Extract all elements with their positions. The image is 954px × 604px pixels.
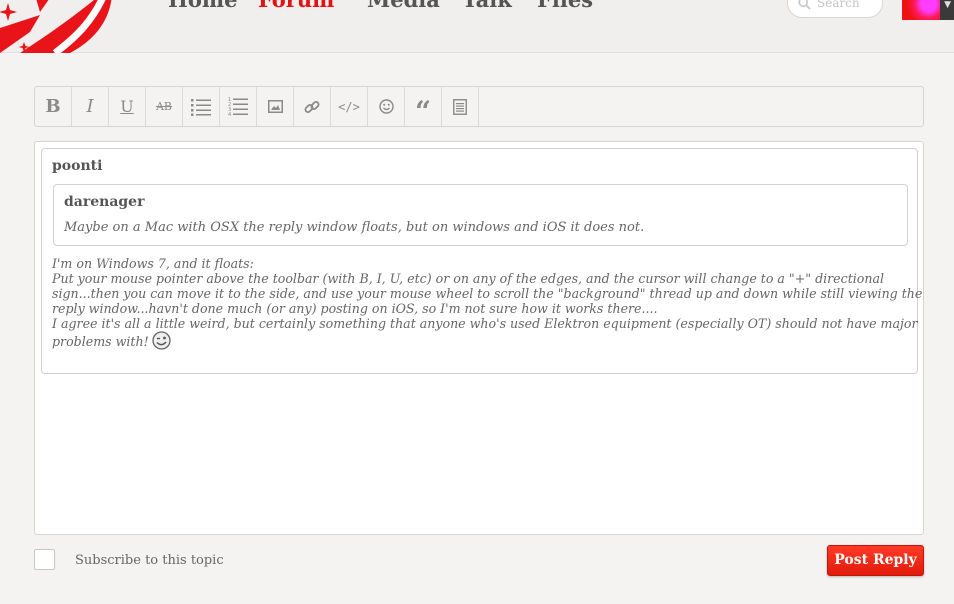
- wink-smiley-icon: [152, 331, 171, 350]
- numbered-list-icon: 1 2 3 4: [228, 97, 248, 116]
- quote-line-last: problems with!: [52, 331, 908, 350]
- quote-block: poonti darenager Maybe on a Mac with OSX…: [41, 148, 923, 374]
- caret-down-icon: ▼: [944, 0, 951, 10]
- nested-quote-text: Maybe on a Mac with OSX the reply window…: [64, 220, 645, 235]
- quote-line: sign...then you can move it to the side,…: [52, 286, 923, 301]
- avatar: [902, 0, 940, 20]
- nav-home[interactable]: Home: [168, 0, 237, 12]
- quote-line: reply window...havn't done much (or any)…: [52, 301, 658, 316]
- insert-link-button[interactable]: [294, 87, 331, 126]
- site-logo[interactable]: [0, 0, 115, 53]
- nav-forum[interactable]: Forum: [258, 0, 334, 12]
- post-reply-button[interactable]: Post Reply: [827, 545, 924, 576]
- nested-quote-block: darenager Maybe on a Mac with OSX the re…: [53, 184, 908, 246]
- quote-body: I'm on Windows 7, and it floats: Put you…: [52, 256, 923, 350]
- user-avatar-menu[interactable]: ▼: [902, 0, 954, 20]
- top-nav-bar: Home Forum Media Talk Files ▼: [0, 0, 954, 53]
- search-icon: [798, 0, 811, 10]
- svg-text:4: 4: [228, 112, 231, 116]
- editor-toolbar: B I U AB 1 2 3 4 </> “: [34, 86, 924, 127]
- quote-icon: “: [414, 94, 432, 128]
- image-icon: [267, 100, 283, 113]
- numbered-list-button[interactable]: 1 2 3 4: [220, 87, 257, 126]
- nested-quote-author: darenager: [64, 194, 145, 210]
- strikethrough-button[interactable]: AB: [146, 87, 183, 126]
- strikethrough-icon: AB: [155, 100, 173, 113]
- underline-icon: U: [120, 97, 134, 116]
- underline-button[interactable]: U: [109, 87, 146, 126]
- subscribe-checkbox[interactable]: [34, 549, 55, 570]
- quote-author: poonti: [52, 158, 103, 174]
- nav-media[interactable]: Media: [367, 0, 440, 12]
- rocket-logo-icon: [0, 0, 112, 53]
- preview-button[interactable]: [442, 87, 479, 126]
- nav-files[interactable]: Files: [537, 0, 593, 12]
- quote-line: I'm on Windows 7, and it floats:: [52, 256, 254, 271]
- reply-editor[interactable]: poonti darenager Maybe on a Mac with OSX…: [34, 141, 924, 535]
- search-box[interactable]: [787, 0, 883, 18]
- emoji-button[interactable]: [368, 87, 405, 126]
- bold-icon: B: [45, 96, 61, 117]
- subscribe-label[interactable]: Subscribe to this topic: [75, 553, 224, 568]
- quote-line: Put your mouse pointer above the toolbar…: [52, 271, 885, 286]
- italic-icon: I: [86, 96, 94, 117]
- quote-line: problems with!: [52, 334, 149, 349]
- italic-button[interactable]: I: [72, 87, 109, 126]
- code-icon: </>: [338, 99, 360, 114]
- link-icon: [304, 100, 320, 113]
- smiley-icon: [378, 99, 394, 114]
- bulleted-list-icon: [191, 98, 211, 116]
- bold-button[interactable]: B: [35, 87, 72, 126]
- quote-line: I agree it's all a little weird, but cer…: [52, 316, 918, 331]
- nav-talk[interactable]: Talk: [462, 0, 512, 12]
- bulleted-list-button[interactable]: [183, 87, 220, 126]
- search-input[interactable]: [817, 0, 877, 10]
- insert-image-button[interactable]: [257, 87, 294, 126]
- code-button[interactable]: </>: [331, 87, 368, 126]
- quote-button[interactable]: “: [405, 87, 442, 126]
- document-icon: [453, 98, 467, 115]
